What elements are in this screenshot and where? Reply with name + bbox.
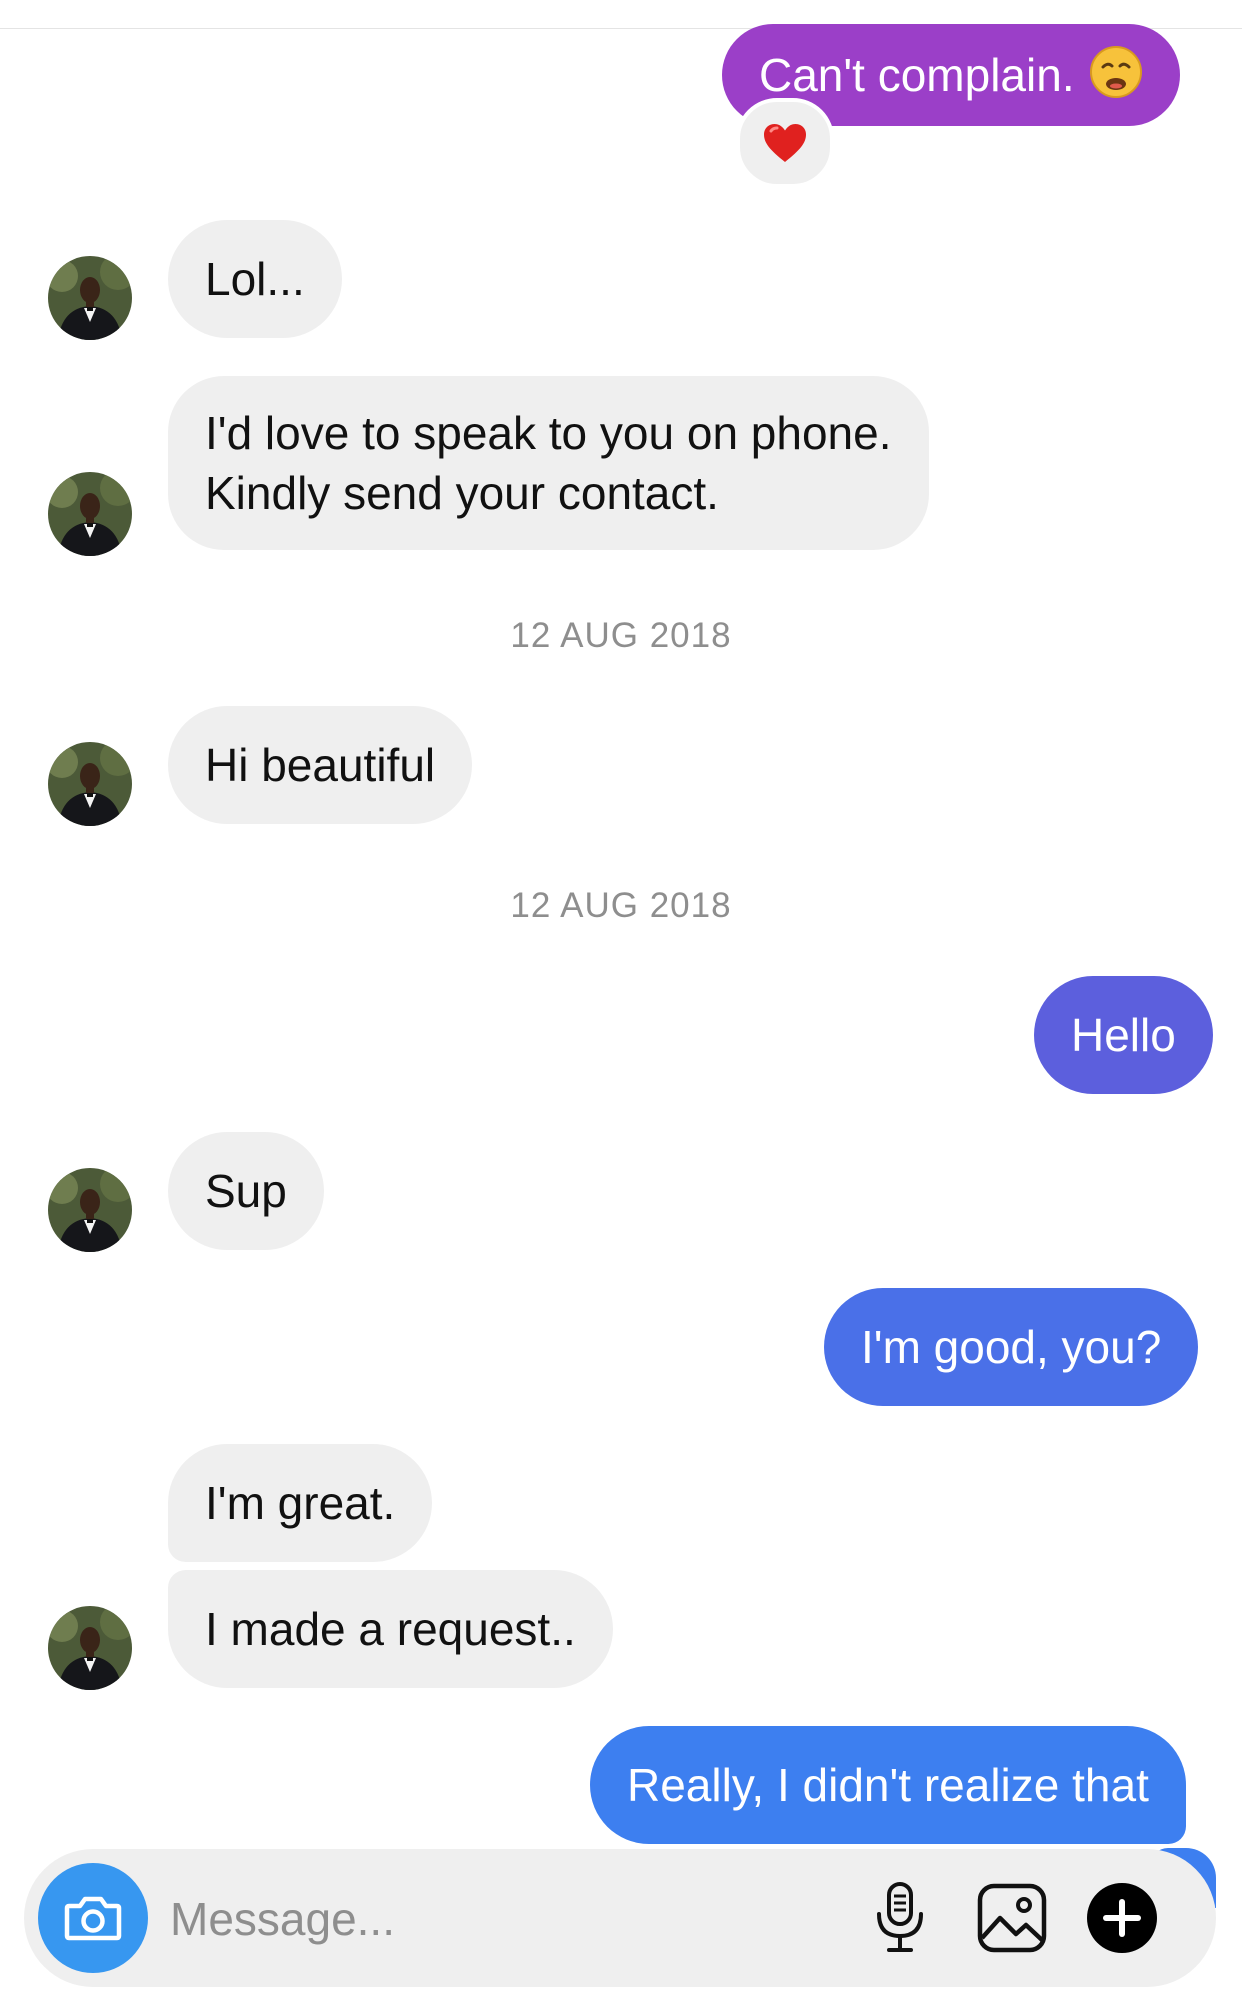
message-text-line: I'd love to speak to you on phone. xyxy=(205,407,892,459)
message-text: I'm great. xyxy=(205,1477,396,1529)
message-bubble-outgoing[interactable]: Hello xyxy=(1034,976,1213,1094)
profile-photo xyxy=(48,1168,132,1252)
gallery-button[interactable] xyxy=(974,1880,1050,1956)
camera-icon xyxy=(64,1896,122,1941)
message-bubble-incoming[interactable]: Sup xyxy=(168,1132,324,1250)
avatar[interactable] xyxy=(48,742,132,826)
gallery-icon xyxy=(977,1883,1047,1953)
message-text-line: Kindly send your contact. xyxy=(205,467,719,519)
heart-reaction[interactable] xyxy=(736,98,834,188)
message-bubble-outgoing[interactable]: I'm good, you? xyxy=(824,1288,1199,1406)
message-text: Can't complain. xyxy=(759,49,1075,101)
message-bubble-incoming[interactable]: I'm great. xyxy=(168,1444,433,1562)
message-text: Sup xyxy=(205,1165,287,1217)
profile-photo xyxy=(48,256,132,340)
message-text: Lol... xyxy=(205,253,305,305)
message-bubble-incoming[interactable]: I made a request.. xyxy=(168,1570,613,1688)
message-bubble-incoming[interactable]: I'd love to speak to you on phone. Kindl… xyxy=(168,376,929,550)
avatar[interactable] xyxy=(48,1606,132,1690)
microphone-icon xyxy=(877,1882,923,1952)
profile-photo xyxy=(48,742,132,826)
avatar[interactable] xyxy=(48,472,132,556)
message-text: Hi beautiful xyxy=(205,739,436,791)
microphone-button[interactable] xyxy=(862,1880,938,1956)
message-bubble-outgoing[interactable]: Really, I didn't realize that xyxy=(590,1726,1186,1844)
profile-photo xyxy=(48,1606,132,1690)
message-composer xyxy=(24,1849,1216,1987)
avatar[interactable] xyxy=(48,256,132,340)
date-separator: 12 AUG 2018 xyxy=(510,886,732,925)
message-bubble-incoming[interactable]: Lol... xyxy=(168,220,342,338)
camera-button[interactable] xyxy=(38,1863,148,1973)
plus-icon xyxy=(1087,1883,1157,1953)
weary-face-emoji-icon xyxy=(1089,46,1142,98)
profile-photo xyxy=(48,472,132,556)
message-text: I'm good, you? xyxy=(861,1321,1162,1373)
avatar[interactable] xyxy=(48,1168,132,1252)
message-input[interactable] xyxy=(168,1879,832,1959)
message-bubble-incoming[interactable]: Hi beautiful xyxy=(168,706,473,824)
message-text: Hello xyxy=(1071,1009,1176,1061)
heart-icon xyxy=(764,124,806,162)
more-button[interactable] xyxy=(1084,1880,1160,1956)
message-text: I made a request.. xyxy=(205,1603,576,1655)
date-separator: 12 AUG 2018 xyxy=(510,616,732,655)
message-text: Really, I didn't realize that xyxy=(627,1759,1149,1811)
